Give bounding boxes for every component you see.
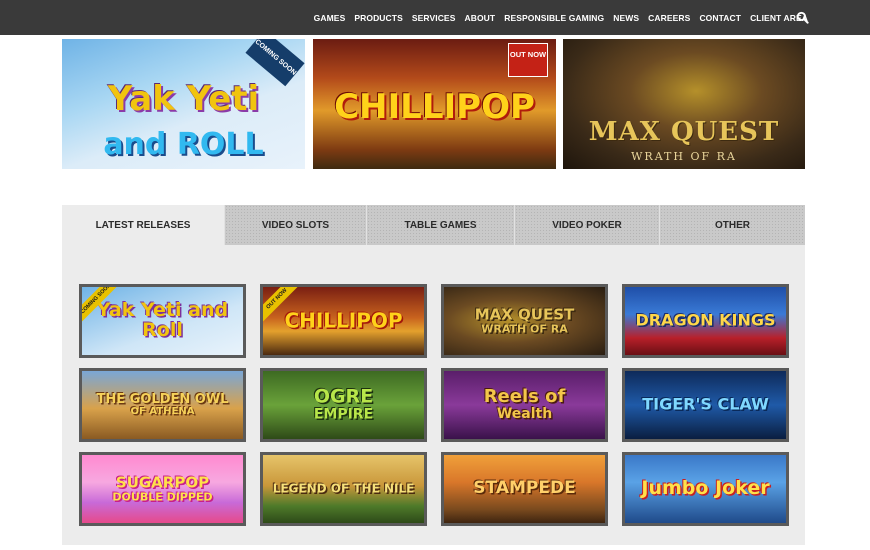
game-tile[interactable]: TIGER'S CLAW	[622, 368, 789, 442]
tab-table-games[interactable]: TABLE GAMES	[366, 205, 514, 245]
game-title: STAMPEDE	[444, 478, 605, 499]
game-title-main: THE GOLDEN OWL	[96, 391, 229, 407]
game-title-main: LEGEND OF THE NILE	[272, 481, 415, 496]
game-tile[interactable]: CHILLIPOP OUT NOW	[260, 284, 427, 358]
game-title-main: STAMPEDE	[473, 478, 576, 499]
game-title-main: OGRE	[313, 385, 374, 408]
game-tile[interactable]: THE GOLDEN OWL OF ATHENA	[79, 368, 246, 442]
game-tile[interactable]: LEGEND OF THE NILE	[260, 452, 427, 526]
game-title-main: CHILLIPOP	[284, 308, 403, 333]
game-title: OGRE EMPIRE	[263, 385, 424, 423]
game-tile[interactable]: SUGARPOP DOUBLE DIPPED	[79, 452, 246, 526]
game-title-main: Yak Yeti and Roll	[96, 299, 229, 341]
game-title: MAX QUEST WRATH OF RA	[444, 305, 605, 336]
games-tabs: LATEST RELEASES VIDEO SLOTS TABLE GAMES …	[62, 205, 805, 245]
hero-banner-subtitle: and ROLL	[103, 127, 264, 162]
hero-banner-title: Yak Yeti	[107, 79, 260, 119]
game-title-sub: Wealth	[496, 406, 553, 423]
nav-item-games[interactable]: GAMES	[314, 13, 346, 23]
hero-banner-chillipop[interactable]: CHILLIPOP OUT NOW	[313, 39, 556, 169]
nav-item-products[interactable]: PRODUCTS	[354, 13, 403, 23]
tab-video-slots[interactable]: VIDEO SLOTS	[224, 205, 366, 245]
game-title: Yak Yeti and Roll	[82, 299, 243, 341]
game-tile[interactable]: Reels of Wealth	[441, 368, 608, 442]
game-title: LEGEND OF THE NILE	[263, 483, 424, 496]
game-tile[interactable]: STAMPEDE	[441, 452, 608, 526]
top-navigation-bar: GAMES PRODUCTS SERVICES ABOUT RESPONSIBL…	[0, 0, 870, 35]
game-title-main: SUGARPOP	[115, 473, 210, 492]
search-icon[interactable]	[796, 11, 809, 24]
game-tile[interactable]: Yak Yeti and Roll COMING SOON	[79, 284, 246, 358]
main-nav: GAMES PRODUCTS SERVICES ABOUT RESPONSIBL…	[305, 0, 808, 35]
nav-item-contact[interactable]: CONTACT	[699, 13, 741, 23]
game-title-sub: EMPIRE	[313, 406, 374, 423]
nav-item-careers[interactable]: CAREERS	[648, 13, 690, 23]
game-title: DRAGON KINGS	[625, 310, 786, 330]
game-title: THE GOLDEN OWL OF ATHENA	[82, 393, 243, 417]
hero-banner-title: MAX QUEST	[588, 117, 780, 147]
game-tile[interactable]: OGRE EMPIRE	[260, 368, 427, 442]
hero-banner-yak-yeti-roll[interactable]: Yak Yeti and ROLL COMING SOON	[62, 39, 305, 169]
game-title-sub: WRATH OF RA	[481, 322, 568, 336]
game-tile[interactable]: DRAGON KINGS	[622, 284, 789, 358]
game-title-sub: OF ATHENA	[130, 405, 195, 417]
game-title: CHILLIPOP	[263, 308, 424, 333]
hero-banner-subtitle: WRATH OF RA	[631, 150, 737, 163]
game-tile[interactable]: MAX QUEST WRATH OF RA	[441, 284, 608, 358]
game-title-main: TIGER'S CLAW	[642, 394, 769, 414]
game-title-main: DRAGON KINGS	[635, 310, 776, 330]
nav-item-about[interactable]: ABOUT	[464, 13, 495, 23]
tab-video-poker[interactable]: VIDEO POKER	[514, 205, 659, 245]
out-now-badge: OUT NOW	[508, 43, 548, 77]
nav-item-responsible-gaming[interactable]: RESPONSIBLE GAMING	[504, 13, 604, 23]
game-tile[interactable]: Jumbo Joker	[622, 452, 789, 526]
game-title: TIGER'S CLAW	[625, 394, 786, 414]
game-title: Reels of Wealth	[444, 386, 605, 423]
hero-banner-title: CHILLIPOP	[334, 87, 535, 127]
game-title-main: Reels of	[483, 386, 566, 408]
tab-latest-releases[interactable]: LATEST RELEASES	[62, 205, 224, 245]
game-title-main: MAX QUEST	[474, 305, 575, 324]
tab-other[interactable]: OTHER	[659, 205, 805, 245]
game-title-main: Jumbo Joker	[641, 477, 770, 500]
hero-banner-max-quest[interactable]: MAX QUEST WRATH OF RA	[563, 39, 805, 169]
games-panel: LATEST RELEASES VIDEO SLOTS TABLE GAMES …	[62, 205, 805, 545]
nav-item-news[interactable]: NEWS	[613, 13, 639, 23]
nav-item-services[interactable]: SERVICES	[412, 13, 456, 23]
game-title: Jumbo Joker	[625, 477, 786, 500]
game-title: SUGARPOP DOUBLE DIPPED	[82, 473, 243, 504]
game-title-sub: DOUBLE DIPPED	[112, 490, 213, 504]
